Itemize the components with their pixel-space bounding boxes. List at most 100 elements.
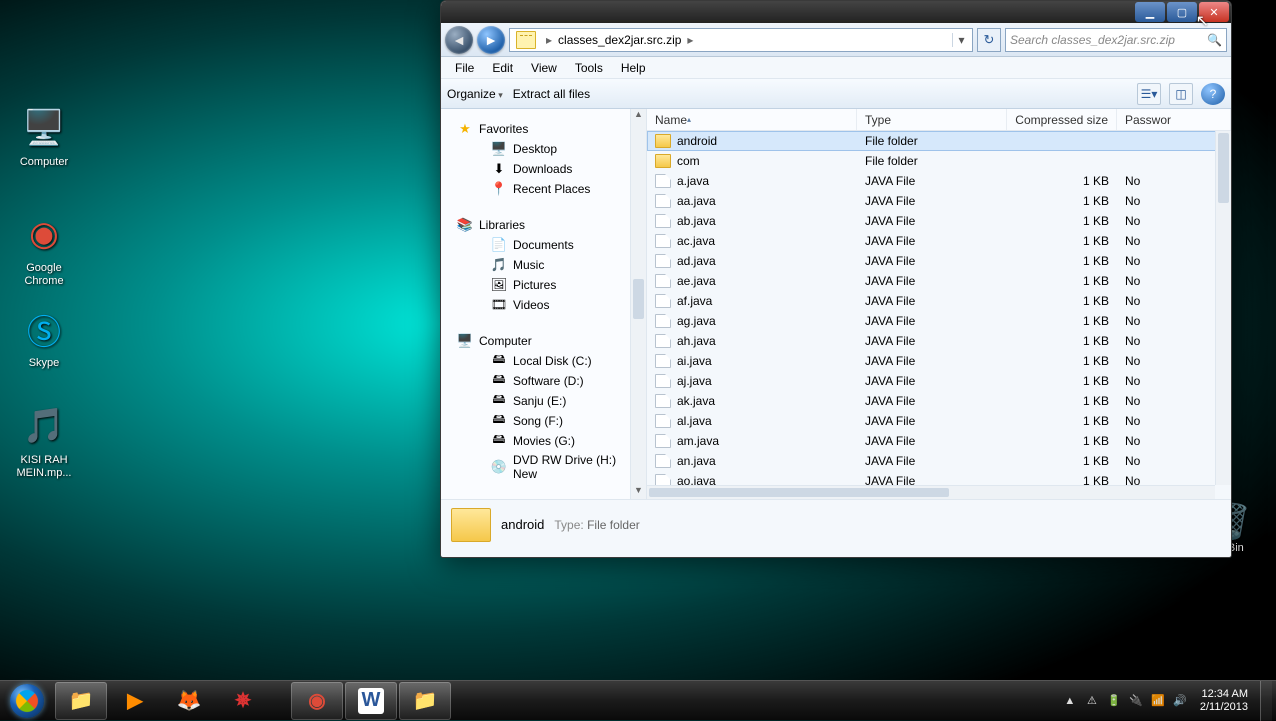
word-running[interactable]: W <box>345 682 397 720</box>
explorer-running[interactable]: 📁 <box>399 682 451 720</box>
close-button[interactable]: ✕ <box>1199 2 1229 22</box>
col-type[interactable]: Type <box>857 109 1007 130</box>
chrome-running[interactable]: ◉ <box>291 682 343 720</box>
col-size[interactable]: Compressed size <box>1007 109 1117 130</box>
file-row[interactable]: ak.java JAVA File 1 KB No <box>647 391 1231 411</box>
file-row[interactable]: android File folder <box>647 131 1231 151</box>
nav-item[interactable]: 🖥️Desktop <box>457 139 630 159</box>
file-row[interactable]: al.java JAVA File 1 KB No <box>647 411 1231 431</box>
nav-item[interactable]: 🎵Music <box>457 255 630 275</box>
list-hscrollbar[interactable] <box>647 485 1215 499</box>
refresh-button[interactable]: ↻ <box>977 28 1001 52</box>
menu-tools[interactable]: Tools <box>567 59 611 77</box>
file-icon <box>655 174 671 188</box>
favorites-icon: ★ <box>457 121 473 137</box>
computer-icon[interactable]: 🖥️ Computer <box>6 104 82 169</box>
nav-item[interactable]: 🖴Software (D:) <box>457 371 630 391</box>
view-button[interactable]: ☰▾ <box>1137 83 1161 105</box>
titlebar[interactable]: ▁ ▢ ✕ <box>441 1 1231 23</box>
file-row[interactable]: an.java JAVA File 1 KB No <box>647 451 1231 471</box>
skype-icon[interactable]: Ⓢ Skype <box>6 305 82 370</box>
file-row[interactable]: com File folder <box>647 151 1231 171</box>
breadcrumb-sep: ▸ <box>540 33 558 47</box>
system-tray: ▲ ⚠ 🔋 🔌 📶 🔊 12:34 AM 2/11/2013 <box>1052 681 1276 721</box>
minimize-button[interactable]: ▁ <box>1135 2 1165 22</box>
explorer-task[interactable]: 📁 <box>55 682 107 720</box>
organize-button[interactable]: Organize <box>447 87 503 101</box>
tray-icon-3[interactable]: 🔌 <box>1128 693 1144 709</box>
nav-item[interactable]: 🖴Movies (G:) <box>457 431 630 451</box>
nav-item[interactable]: 🖴Sanju (E:) <box>457 391 630 411</box>
forward-button[interactable]: ► <box>477 26 505 54</box>
nav-item[interactable]: 📍Recent Places <box>457 179 630 199</box>
breadcrumb-text[interactable]: classes_dex2jar.src.zip <box>558 33 681 47</box>
file-row[interactable]: ah.java JAVA File 1 KB No <box>647 331 1231 351</box>
nav-group-libraries[interactable]: 📚Libraries📄Documents🎵Music🖼Pictures🎞Vide… <box>457 215 630 315</box>
tray-clock[interactable]: 12:34 AM 2/11/2013 <box>1200 688 1248 714</box>
navpane-scrollbar[interactable]: ▲▼ <box>630 109 646 499</box>
details-name: android <box>501 517 544 532</box>
file-row[interactable]: ab.java JAVA File 1 KB No <box>647 211 1231 231</box>
preview-pane-button[interactable]: ◫ <box>1169 83 1193 105</box>
file-icon <box>655 294 671 308</box>
nav-item[interactable]: 🖴Song (F:) <box>457 411 630 431</box>
start-button[interactable] <box>0 681 54 721</box>
wmp-task-icon: ▶ <box>122 688 148 714</box>
address-dropdown[interactable]: ▾ <box>952 33 970 47</box>
column-headers[interactable]: Name Type Compressed size Passwor <box>647 109 1231 131</box>
file-row[interactable]: aj.java JAVA File 1 KB No <box>647 371 1231 391</box>
mp3-file-icon[interactable]: 🎵 KISI RAH MEIN.mp... <box>6 402 82 480</box>
firefox-task[interactable]: 🦊 <box>163 682 215 720</box>
file-row[interactable]: ai.java JAVA File 1 KB No <box>647 351 1231 371</box>
file-row[interactable]: ad.java JAVA File 1 KB No <box>647 251 1231 271</box>
file-row[interactable]: a.java JAVA File 1 KB No <box>647 171 1231 191</box>
nav-group-favorites[interactable]: ★Favorites🖥️Desktop⬇Downloads📍Recent Pla… <box>457 119 630 199</box>
maximize-button[interactable]: ▢ <box>1167 2 1197 22</box>
file-icon <box>655 414 671 428</box>
tray-icon-5[interactable]: 🔊 <box>1172 693 1188 709</box>
extract-all-button[interactable]: Extract all files <box>513 87 590 101</box>
nav-item[interactable]: ⬇Downloads <box>457 159 630 179</box>
back-button[interactable]: ◄ <box>445 26 473 54</box>
menu-view[interactable]: View <box>523 59 565 77</box>
chrome-icon[interactable]: ◉ Google Chrome <box>6 210 82 288</box>
details-type-key: Type: <box>554 518 583 532</box>
file-row[interactable]: ag.java JAVA File 1 KB No <box>647 311 1231 331</box>
tray-icon-4[interactable]: 📶 <box>1150 693 1166 709</box>
nav-item[interactable]: 🖼Pictures <box>457 275 630 295</box>
file-row[interactable]: af.java JAVA File 1 KB No <box>647 291 1231 311</box>
explorer-running-icon: 📁 <box>412 688 438 714</box>
search-input[interactable]: Search classes_dex2jar.src.zip 🔍 <box>1005 28 1227 52</box>
help-button[interactable]: ? <box>1201 83 1225 105</box>
start-orb-icon <box>10 684 44 718</box>
tray-icon-1[interactable]: ⚠ <box>1084 693 1100 709</box>
tray-icon-0[interactable]: ▲ <box>1062 693 1078 709</box>
show-desktop-button[interactable] <box>1260 681 1272 721</box>
libraries-icon: 📚 <box>457 217 473 233</box>
wmp-task[interactable]: ▶ <box>109 682 161 720</box>
file-icon <box>655 254 671 268</box>
unknown-task[interactable]: ✵ <box>217 682 269 720</box>
file-row[interactable]: aa.java JAVA File 1 KB No <box>647 191 1231 211</box>
file-row[interactable]: ae.java JAVA File 1 KB No <box>647 271 1231 291</box>
list-vscrollbar[interactable] <box>1215 131 1231 485</box>
menu-help[interactable]: Help <box>613 59 654 77</box>
menu-file[interactable]: File <box>447 59 482 77</box>
nav-item[interactable]: 🎞Videos <box>457 295 630 315</box>
col-password[interactable]: Passwor <box>1117 109 1231 130</box>
menu-edit[interactable]: Edit <box>484 59 521 77</box>
address-bar[interactable]: ▸ classes_dex2jar.src.zip ▸ ▾ <box>509 28 973 52</box>
firefox-task-icon: 🦊 <box>176 688 202 714</box>
file-row[interactable]: ac.java JAVA File 1 KB No <box>647 231 1231 251</box>
file-icon <box>655 434 671 448</box>
nav-pane: ★Favorites🖥️Desktop⬇Downloads📍Recent Pla… <box>441 109 647 499</box>
nav-group-computer[interactable]: 🖥️Computer🖴Local Disk (C:)🖴Software (D:)… <box>457 331 630 483</box>
col-name[interactable]: Name <box>647 109 857 130</box>
nav-item[interactable]: 🖴Local Disk (C:) <box>457 351 630 371</box>
nav-item[interactable]: 📄Documents <box>457 235 630 255</box>
file-icon <box>655 194 671 208</box>
file-row[interactable]: am.java JAVA File 1 KB No <box>647 431 1231 451</box>
nav-item[interactable]: 💿DVD RW Drive (H:) New <box>457 451 630 483</box>
file-icon <box>655 354 671 368</box>
tray-icon-2[interactable]: 🔋 <box>1106 693 1122 709</box>
